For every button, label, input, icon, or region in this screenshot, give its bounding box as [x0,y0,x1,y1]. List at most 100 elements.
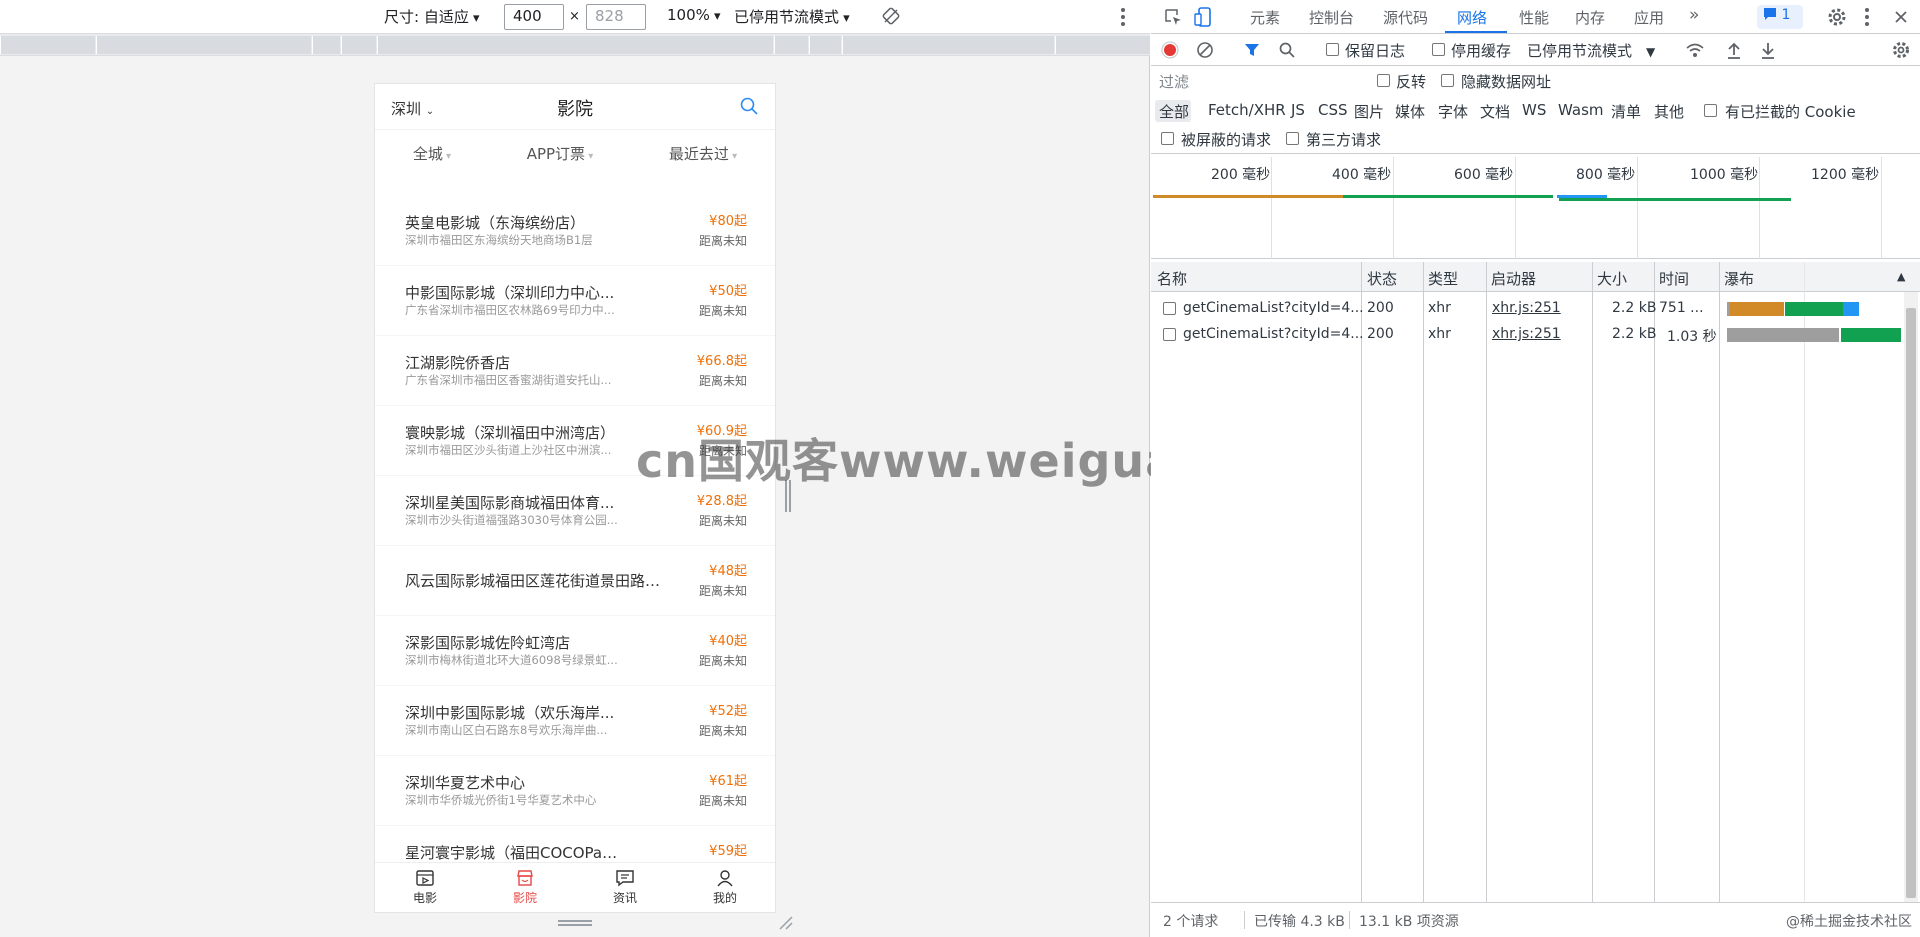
resize-handle-bottom[interactable] [558,920,592,926]
cinema-item[interactable]: 深圳华夏艺术中心 深圳市华侨城光侨街1号华夏艺术中心 ¥61起 距离未知 [375,756,775,826]
transferred-size: 已传输 4.3 kB [1254,914,1345,930]
issues-badge[interactable]: 1 [1757,5,1803,29]
tab-console[interactable]: 控制台 [1309,7,1354,28]
filter-input[interactable]: 过滤 [1159,71,1329,92]
phone-viewport: 深圳 ⌄ 影院 全城 APP订票 最近去过 英皇电影城（东海缤纷店）深圳市福田区… [375,84,775,912]
height-input[interactable]: 828 [586,4,646,30]
user-icon [717,870,733,887]
tab-memory[interactable]: 内存 [1575,7,1605,28]
filter-fetch-xhr[interactable]: Fetch/XHR [1208,101,1286,119]
timeline-label: 1000 毫秒 [1690,167,1759,183]
filter-recent[interactable]: 最近去过 [669,143,737,164]
cinema-item[interactable]: 中影国际影城（深圳印力中心... 广东省深圳市福田区农林路69号印力中... ¥50… [375,266,775,336]
network-conditions-icon[interactable] [1685,41,1705,59]
throttle-select[interactable]: 已停用节流模式 [734,6,850,27]
rotate-icon[interactable] [882,7,900,25]
cinema-price: ¥40起 [709,634,747,649]
invert-checkbox[interactable] [1377,74,1390,87]
filter-manifest[interactable]: 清单 [1611,101,1641,122]
throttle-dropdown[interactable]: 已停用节流模式 ▼ [1527,40,1655,61]
resize-corner-icon[interactable] [778,915,794,931]
waterfall-queue [1727,328,1839,342]
import-har-icon[interactable] [1726,41,1742,59]
cinema-item[interactable]: 英皇电影城（东海缤纷店） 深圳市福田区东海缤纷天地商场B1层 ¥80起 距离未知 [375,196,775,266]
width-input[interactable]: 400 [504,4,564,30]
more-tabs-icon[interactable]: » [1689,5,1699,25]
filter-css[interactable]: CSS [1318,101,1348,119]
request-initiator[interactable]: xhr.js:251 [1492,326,1561,342]
cinema-item[interactable]: 深圳中影国际影城（欢乐海岸... 深圳市南山区白石路东8号欢乐海岸曲... ¥52起… [375,686,775,756]
tab-news[interactable]: 资讯 [575,863,675,912]
filter-all[interactable]: 全部 [1159,101,1189,122]
film-icon [416,870,434,886]
col-type[interactable]: 类型 [1428,268,1458,289]
device-toggle-icon[interactable] [1193,6,1213,28]
blocked-requests-checkbox[interactable] [1161,132,1174,145]
filter-bar: 全城 APP订票 最近去过 [375,130,775,176]
col-waterfall[interactable]: 瀑布 [1724,268,1754,289]
tab-sources[interactable]: 源代码 [1383,7,1428,28]
hide-data-urls-checkbox[interactable] [1441,74,1454,87]
col-size[interactable]: 大小 [1597,268,1627,289]
request-initiator[interactable]: xhr.js:251 [1492,300,1561,316]
network-settings-icon[interactable] [1892,41,1910,59]
tab-mine[interactable]: 我的 [675,863,775,912]
tab-performance[interactable]: 性能 [1519,7,1549,28]
sort-up-icon[interactable]: ▲ [1897,270,1905,283]
col-initiator[interactable]: 启动器 [1491,268,1536,289]
filter-img[interactable]: 图片 [1354,101,1384,122]
filter-doc[interactable]: 文档 [1480,101,1510,122]
tab-cinemas[interactable]: 影院 [475,863,575,912]
cinema-item[interactable]: 风云国际影城福田区莲花街道景田路2号 ¥48起 距离未知 [375,546,775,616]
request-name[interactable]: getCinemaList?cityId=4... [1183,300,1364,316]
settings-icon[interactable] [1827,7,1847,27]
disable-cache-checkbox[interactable] [1432,43,1445,56]
col-status[interactable]: 状态 [1367,268,1397,289]
dimensions-select[interactable]: 尺寸: 自适应 [384,6,480,27]
request-type: xhr [1428,300,1451,316]
filter-ws[interactable]: WS [1522,101,1546,119]
filter-wasm[interactable]: Wasm [1558,101,1604,119]
close-icon[interactable] [1893,9,1909,25]
tab-application[interactable]: 应用 [1634,7,1664,28]
devtools-tabbar: 元素 控制台 源代码 网络 性能 内存 应用 » 1 [1151,0,1920,34]
col-time[interactable]: 时间 [1659,268,1689,289]
row-icon [1163,302,1176,315]
kebab-menu-icon[interactable] [1864,7,1870,27]
cinema-item[interactable]: 江湖影院侨香店 广东省深圳市福田区香蜜湖街道安托山... ¥66.8起 距离未知 [375,336,775,406]
inspect-icon[interactable] [1163,7,1183,27]
filter-js[interactable]: JS [1291,101,1305,119]
scrollbar[interactable] [1904,292,1918,902]
search-icon[interactable] [1278,41,1296,59]
table-row[interactable]: getCinemaList?cityId=4... 200 xhr xhr.js… [1151,322,1920,348]
scrollbar-thumb[interactable] [1906,308,1916,898]
record-icon[interactable] [1161,41,1179,59]
cinema-item[interactable]: 深影国际影城佐阾虹湾店 深圳市梅林街道北环大道6098号绿景虹... ¥40起 距离未… [375,616,775,686]
filter-media[interactable]: 媒体 [1395,101,1425,122]
request-name[interactable]: getCinemaList?cityId=4... [1183,326,1364,342]
export-har-icon[interactable] [1760,41,1776,59]
clear-icon[interactable] [1196,41,1214,59]
timeline-bar-download [1559,198,1791,201]
media-query-ruler[interactable] [0,34,1150,56]
more-icon[interactable] [1120,7,1126,27]
third-party-checkbox[interactable] [1286,132,1299,145]
filter-area[interactable]: 全城 [413,143,451,164]
filter-other[interactable]: 其他 [1654,101,1684,122]
preserve-log-checkbox[interactable] [1326,43,1339,56]
timeline-overview[interactable]: 200 毫秒 400 毫秒 600 毫秒 800 毫秒 1000 毫秒 1200… [1151,157,1920,259]
search-icon[interactable] [739,96,759,116]
timeline-label: 400 毫秒 [1332,167,1392,183]
issues-count: 1 [1781,7,1791,23]
cinema-icon [517,870,533,886]
tab-elements[interactable]: 元素 [1250,7,1280,28]
filter-icon[interactable] [1243,41,1261,59]
zoom-select[interactable]: 100% [667,6,721,24]
blocked-cookies-checkbox[interactable] [1704,104,1717,117]
filter-app-ticket[interactable]: APP订票 [527,143,594,164]
tab-network[interactable]: 网络 [1457,7,1487,28]
filter-font[interactable]: 字体 [1438,101,1468,122]
tab-movies[interactable]: 电影 [375,863,475,912]
table-row[interactable]: getCinemaList?cityId=4... 200 xhr xhr.js… [1151,296,1920,322]
col-name[interactable]: 名称 [1157,268,1187,289]
